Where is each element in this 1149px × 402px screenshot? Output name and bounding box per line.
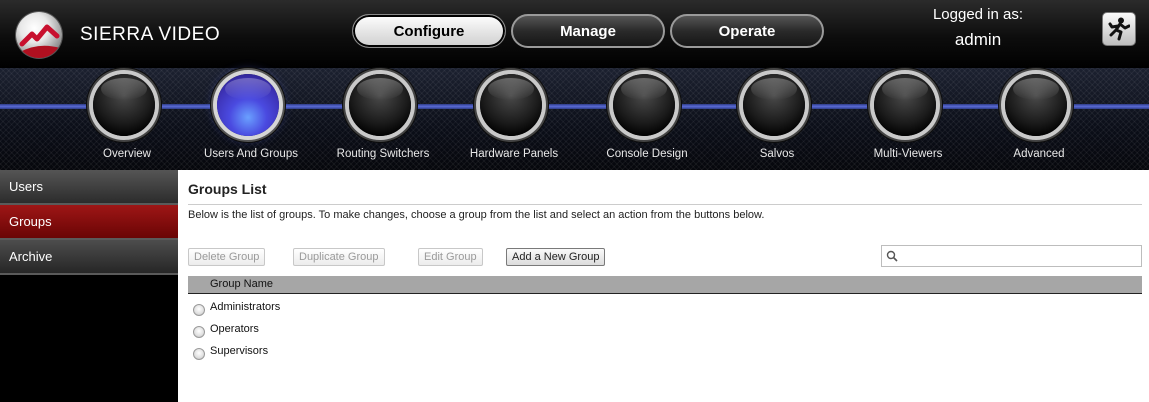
search-icon <box>886 250 898 262</box>
sidebar-item-groups[interactable]: Groups <box>0 205 178 240</box>
nav-item-multi-viewers[interactable]: Multi-Viewers <box>848 68 968 170</box>
column-header-group-name[interactable]: Group Name <box>210 278 273 290</box>
advanced-orb-icon <box>1005 74 1067 136</box>
nav-item-advanced[interactable]: Advanced <box>979 68 1099 170</box>
running-man-exit-icon <box>1108 17 1130 41</box>
table-row[interactable]: Administrators <box>188 299 588 321</box>
group-name: Administrators <box>210 301 281 313</box>
logged-in-label: Logged in as: <box>932 6 1024 23</box>
nav-item-salvos[interactable]: Salvos <box>717 68 837 170</box>
group-name: Supervisors <box>210 345 269 357</box>
salvos-orb-icon <box>743 74 805 136</box>
add-new-group-button[interactable]: Add a New Group <box>506 248 606 266</box>
nav-label: Overview <box>103 148 151 160</box>
nav-label: Advanced <box>1013 148 1065 160</box>
row-radio-button[interactable] <box>193 348 205 360</box>
nav-label: Console Design <box>606 148 688 160</box>
nav-label: Salvos <box>759 148 795 160</box>
search-box[interactable] <box>881 245 1142 267</box>
hardware-panels-orb-icon <box>480 74 542 136</box>
logout-button[interactable] <box>1102 12 1136 46</box>
nav-item-overview[interactable]: Overview <box>67 68 187 170</box>
nav-item-routing-switchers[interactable]: Routing Switchers <box>323 68 443 170</box>
nav-label: Routing Switchers <box>336 148 430 160</box>
brand-name: SIERRA VIDEO <box>80 24 221 45</box>
operate-mode-button[interactable]: Operate <box>670 14 824 48</box>
username: admin <box>954 30 1002 49</box>
nav-item-console-design[interactable]: Console Design <box>587 68 707 170</box>
title-divider <box>188 204 1142 205</box>
nav-label: Hardware Panels <box>469 148 559 160</box>
group-name: Operators <box>210 323 259 335</box>
sierra-video-logo <box>16 12 62 58</box>
nav-label: Users And Groups <box>204 148 298 160</box>
configure-mode-button[interactable]: Configure <box>352 14 506 48</box>
table-row[interactable]: Supervisors <box>188 343 588 365</box>
page-description: Below is the list of groups. To make cha… <box>188 209 765 221</box>
page-title: Groups List <box>188 181 267 197</box>
sidebar-item-archive[interactable]: Archive <box>0 240 178 275</box>
duplicate-group-button[interactable]: Duplicate Group <box>293 248 385 266</box>
table-row[interactable]: Operators <box>188 321 588 343</box>
logged-in-info: Logged in as: admin <box>918 6 1038 50</box>
overview-orb-icon <box>93 74 155 136</box>
top-bar: SIERRA VIDEO Configure Manage Operate Lo… <box>0 0 1149 68</box>
nav-item-users-and-groups[interactable]: Users And Groups <box>191 68 311 170</box>
manage-mode-button[interactable]: Manage <box>511 14 665 48</box>
table-header: Group Name <box>188 276 1142 294</box>
routing-switchers-orb-icon <box>349 74 411 136</box>
nav-item-hardware-panels[interactable]: Hardware Panels <box>454 68 574 170</box>
nav-label: Multi-Viewers <box>873 148 943 160</box>
users-and-groups-orb-icon <box>217 74 279 136</box>
category-nav: Overview Users And Groups Routing Switch… <box>0 68 1149 170</box>
row-radio-button[interactable] <box>193 304 205 316</box>
multi-viewers-orb-icon <box>874 74 936 136</box>
search-input[interactable] <box>900 248 1140 266</box>
edit-group-button[interactable]: Edit Group <box>418 248 483 266</box>
sidebar-item-users[interactable]: Users <box>0 170 178 205</box>
console-design-orb-icon <box>613 74 675 136</box>
delete-group-button[interactable]: Delete Group <box>188 248 266 266</box>
sidebar: Users Groups Archive <box>0 170 178 402</box>
row-radio-button[interactable] <box>193 326 205 338</box>
